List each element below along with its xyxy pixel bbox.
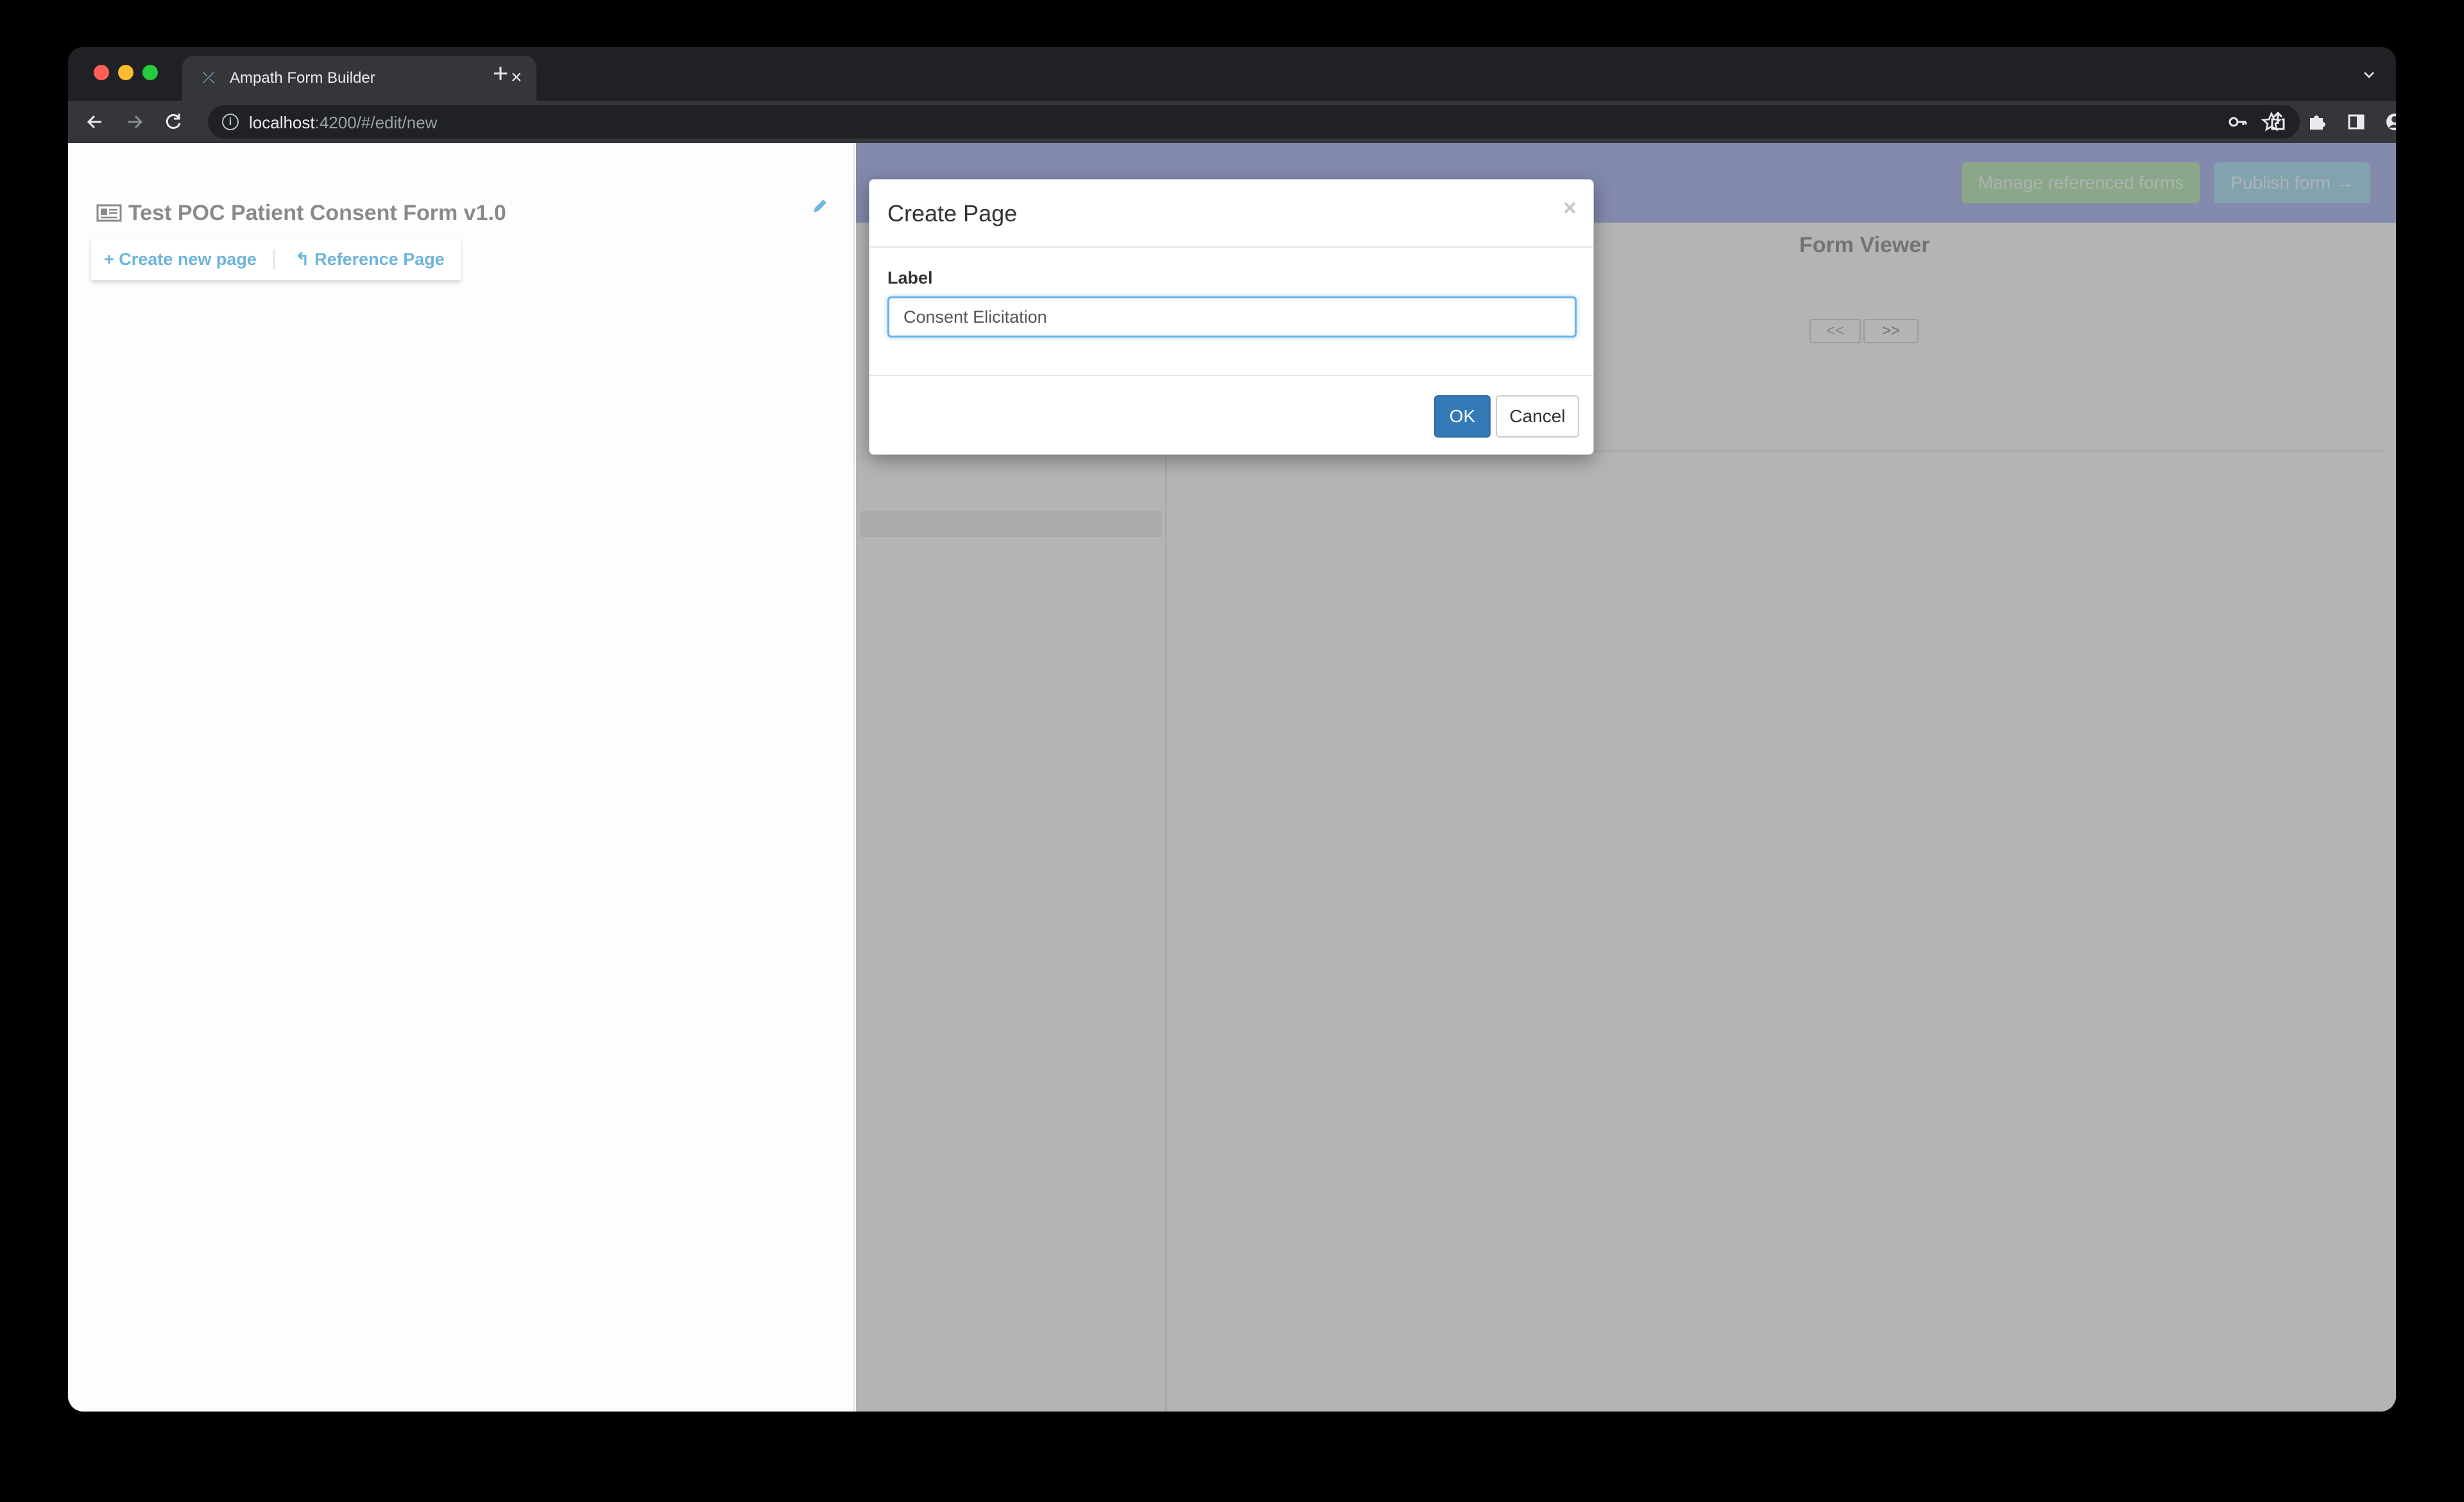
create-page-dialog: Create Page × Label OK Cancel xyxy=(869,179,1594,455)
close-window-button[interactable] xyxy=(94,65,109,80)
browser-window: ⤫ Ampath Form Builder × + i localhost:42… xyxy=(68,47,2396,1412)
form-document-icon xyxy=(96,204,122,222)
bookmark-star-icon[interactable] xyxy=(2257,108,2286,136)
browser-toolbar: i localhost:4200/#/edit/new xyxy=(68,101,2396,143)
minimize-window-button[interactable] xyxy=(118,65,133,80)
edit-pencil-icon[interactable] xyxy=(810,196,830,216)
forward-icon[interactable] xyxy=(121,108,149,136)
tab-search-chevron-icon[interactable] xyxy=(2361,67,2377,83)
tab-title: Ampath Form Builder xyxy=(230,69,375,87)
dialog-title: Create Page xyxy=(887,200,1018,226)
label-input[interactable] xyxy=(887,296,1577,337)
side-panel-icon[interactable] xyxy=(2342,108,2370,136)
dialog-footer: OK Cancel xyxy=(869,375,1593,456)
actions-divider xyxy=(273,250,275,270)
reference-page-link[interactable]: ↰ Reference Page xyxy=(295,250,445,269)
favicon-icon: ⤫ xyxy=(202,69,215,87)
new-tab-button[interactable]: + xyxy=(486,60,515,88)
maximize-window-button[interactable] xyxy=(142,65,158,80)
site-info-icon[interactable]: i xyxy=(222,114,239,130)
dialog-close-icon[interactable]: × xyxy=(1563,195,1577,221)
extensions-puzzle-icon[interactable] xyxy=(2302,108,2331,136)
web-page: Test POC Patient Consent Form v1.0 + Cre… xyxy=(68,143,2396,1412)
back-icon[interactable] xyxy=(81,108,109,136)
url-text: localhost:4200/#/edit/new xyxy=(249,113,438,132)
page-actions-bar: + Create new page ↰ Reference Page xyxy=(91,239,461,280)
browser-tab[interactable]: ⤫ Ampath Form Builder × xyxy=(182,56,536,101)
form-structure-panel: Test POC Patient Consent Form v1.0 + Cre… xyxy=(68,143,855,1412)
password-key-icon[interactable] xyxy=(2224,108,2252,136)
dialog-header: Create Page × xyxy=(869,180,1593,248)
create-new-page-link[interactable]: + Create new page xyxy=(104,250,257,269)
profile-avatar-icon[interactable] xyxy=(2381,108,2396,136)
reload-icon[interactable] xyxy=(159,108,187,136)
address-bar[interactable]: i localhost:4200/#/edit/new xyxy=(208,105,2300,139)
label-field-label: Label xyxy=(887,268,933,287)
cancel-button[interactable]: Cancel xyxy=(1496,395,1579,438)
ok-button[interactable]: OK xyxy=(1434,395,1491,438)
form-title: Test POC Patient Consent Form v1.0 xyxy=(128,201,506,225)
tab-strip: ⤫ Ampath Form Builder × + xyxy=(68,47,2396,101)
